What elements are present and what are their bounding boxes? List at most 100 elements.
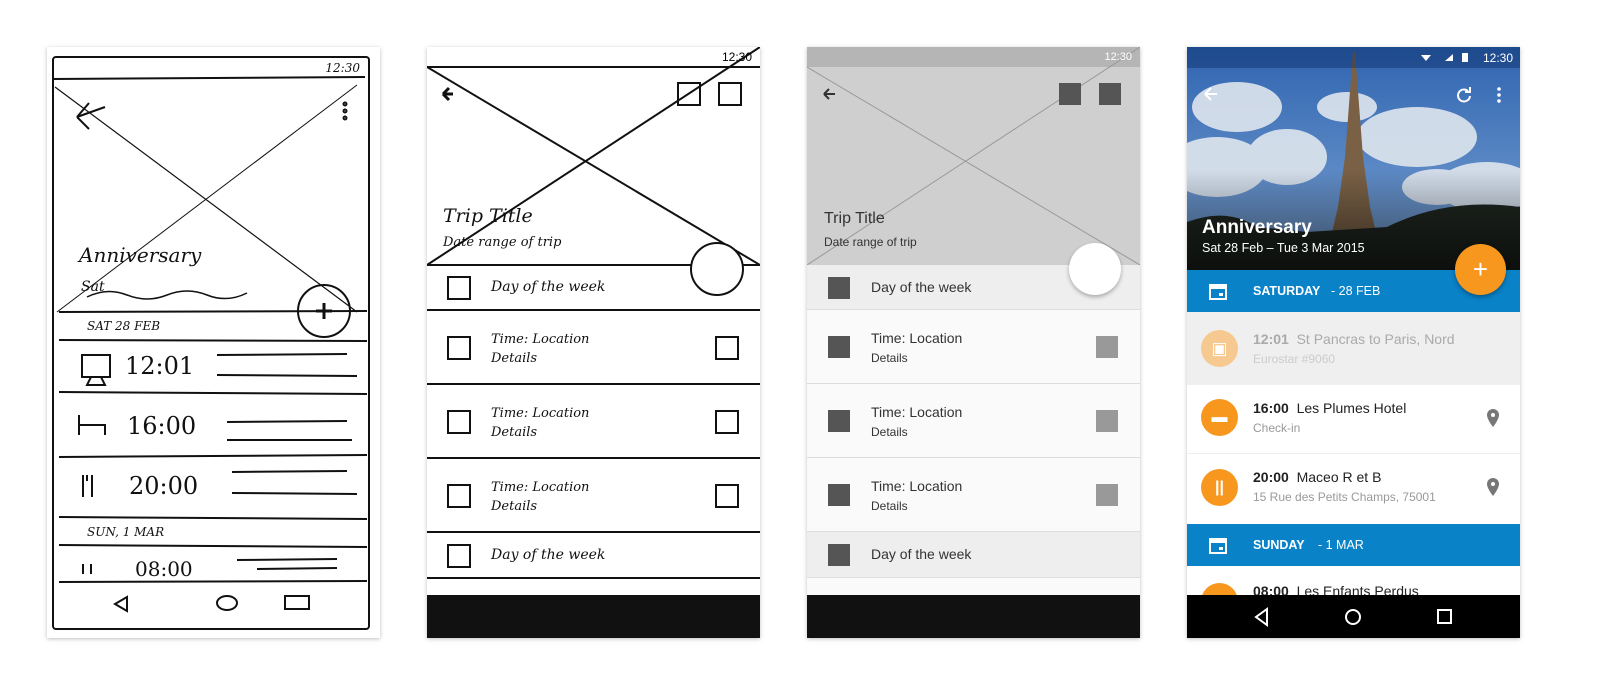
day-row: Day of the week	[807, 532, 1140, 578]
trip-subtitle: Date range of trip	[443, 235, 562, 250]
fork-knife-icon	[82, 475, 93, 497]
event-time: 12:01	[1253, 331, 1289, 347]
back-arrow-icon	[441, 86, 453, 102]
day-label: Day of the week	[491, 279, 606, 295]
day-date: - 28 FEB	[1331, 284, 1381, 298]
list-item[interactable]: Time: Location Details	[807, 458, 1140, 532]
day-name: SUNDAY	[1253, 538, 1305, 552]
bed-icon: ▬	[1201, 399, 1238, 436]
event-title: Les Plumes Hotel	[1296, 400, 1407, 416]
day-date: - 1 MAR	[1318, 538, 1364, 552]
train-icon	[81, 354, 111, 378]
event-row[interactable]: || 20:00 Maceo R et B 15 Rue des Petits …	[1187, 454, 1520, 524]
train-icon: ▣	[1201, 330, 1238, 367]
status-time: 12:30	[325, 61, 360, 75]
item-title: Time: Location	[871, 330, 963, 346]
item-details: Details	[871, 425, 908, 439]
day-name: SATURDAY	[1253, 284, 1321, 298]
home-nav-icon	[1345, 609, 1361, 625]
list-item[interactable]: Time: Location Details	[807, 310, 1140, 384]
sketch-drawing	[52, 56, 370, 630]
status-time: 12:30	[721, 50, 752, 64]
day-header: SUN, 1 MAR	[87, 525, 165, 539]
event-subtitle: Eurostar #9060	[1253, 352, 1336, 366]
trip-title: Trip Title	[443, 205, 533, 227]
placeholder-cross	[807, 47, 1140, 265]
event-time: 16:00	[1253, 400, 1289, 416]
item-details: Details	[871, 499, 908, 513]
item-icon	[828, 410, 850, 432]
item-title: Time: Location	[491, 480, 590, 495]
item-title: Time: Location	[491, 332, 590, 347]
event-row[interactable]: ▣ 12:01 St Pancras to Paris, Nord Eurost…	[1187, 312, 1520, 385]
more-vert-icon	[1497, 87, 1501, 103]
event-time: 16:00	[127, 412, 197, 440]
event-title: Maceo R et B	[1296, 469, 1382, 485]
fork-knife-icon: ||	[1201, 469, 1238, 506]
event-title: St Pancras to Paris, Nord	[1296, 331, 1455, 347]
nav-bar	[807, 595, 1140, 638]
wireframe-panel: 12:30 Trip Title Date range of trip Day …	[427, 47, 760, 638]
grey-wireframe-panel: 12:30 Trip Title Date range of trip Day …	[807, 47, 1140, 638]
item-action-icon[interactable]	[1096, 410, 1118, 432]
item-icon	[828, 336, 850, 358]
status-time: 12:30	[1104, 51, 1132, 63]
item-action-icon[interactable]	[1096, 336, 1118, 358]
nav-bar	[427, 595, 760, 638]
event-time: 08:00	[135, 557, 193, 581]
bed-icon	[78, 415, 106, 435]
back-arrow-icon	[823, 88, 835, 100]
day-icon	[828, 277, 850, 299]
fab-placeholder	[690, 242, 744, 296]
item-details: Details	[491, 499, 538, 514]
back-nav-icon	[1254, 607, 1268, 627]
sketch-panel: 12:30 Anniversary Sat SAT 28 FEB 12:01 1…	[47, 47, 380, 638]
day-label: Day of the week	[491, 547, 606, 563]
map-pin-icon[interactable]	[1486, 409, 1500, 427]
trip-subtitle: Sat	[81, 279, 105, 295]
event-time: 12:01	[125, 352, 195, 380]
trip-title: Trip Title	[824, 210, 885, 227]
item-title: Time: Location	[491, 406, 590, 421]
list-item[interactable]: Time: Location Details	[807, 384, 1140, 458]
item-title: Time: Location	[871, 478, 963, 494]
event-subtitle: Check-in	[1253, 421, 1301, 435]
trip-title: Anniversary	[79, 243, 202, 267]
action-icon[interactable]	[1059, 83, 1081, 105]
event-subtitle: 15 Rue des Petits Champs, 75001	[1253, 490, 1436, 504]
recents-nav-icon	[284, 595, 310, 610]
day-header: SAT 28 FEB	[87, 319, 161, 333]
item-details: Details	[871, 351, 908, 365]
status-time: 12:30	[1482, 51, 1513, 65]
trip-title: Anniversary	[1202, 217, 1312, 238]
day-label: Day of the week	[871, 546, 972, 562]
item-icon	[828, 484, 850, 506]
item-details: Details	[491, 425, 538, 440]
battery-icon	[1462, 53, 1468, 62]
back-nav-icon	[113, 595, 128, 613]
event-time: 20:00	[1253, 469, 1289, 485]
event-row[interactable]: ▬ 16:00 Les Plumes Hotel Check-in	[1187, 385, 1520, 454]
trip-subtitle: Date range of trip	[824, 235, 917, 249]
recents-nav-icon	[1437, 609, 1452, 624]
fab-placeholder[interactable]	[1069, 243, 1121, 295]
add-event-fab[interactable]: +	[1455, 244, 1506, 295]
final-design-panel: 12:30 Anniversary Sat 28 Feb – Tue 3 Mar…	[1187, 47, 1520, 638]
event-time: 20:00	[129, 472, 199, 500]
day-label: Day of the week	[871, 279, 972, 295]
event-line: 20:00 Maceo R et B	[1253, 469, 1381, 485]
day-icon	[828, 544, 850, 566]
action-icon[interactable]	[1099, 83, 1121, 105]
item-details: Details	[491, 351, 538, 366]
home-nav-icon	[216, 595, 238, 611]
calendar-icon	[1209, 538, 1227, 554]
trip-date-range: Sat 28 Feb – Tue 3 Mar 2015	[1202, 241, 1365, 255]
item-title: Time: Location	[871, 404, 963, 420]
event-line: 16:00 Les Plumes Hotel	[1253, 400, 1406, 416]
status-bar	[1187, 47, 1520, 68]
item-action-icon[interactable]	[1096, 484, 1118, 506]
calendar-icon	[1209, 284, 1227, 300]
day-header-sunday: SUNDAY - 1 MAR	[1187, 524, 1520, 566]
event-line: 12:01 St Pancras to Paris, Nord	[1253, 331, 1455, 347]
map-pin-icon[interactable]	[1486, 478, 1500, 496]
